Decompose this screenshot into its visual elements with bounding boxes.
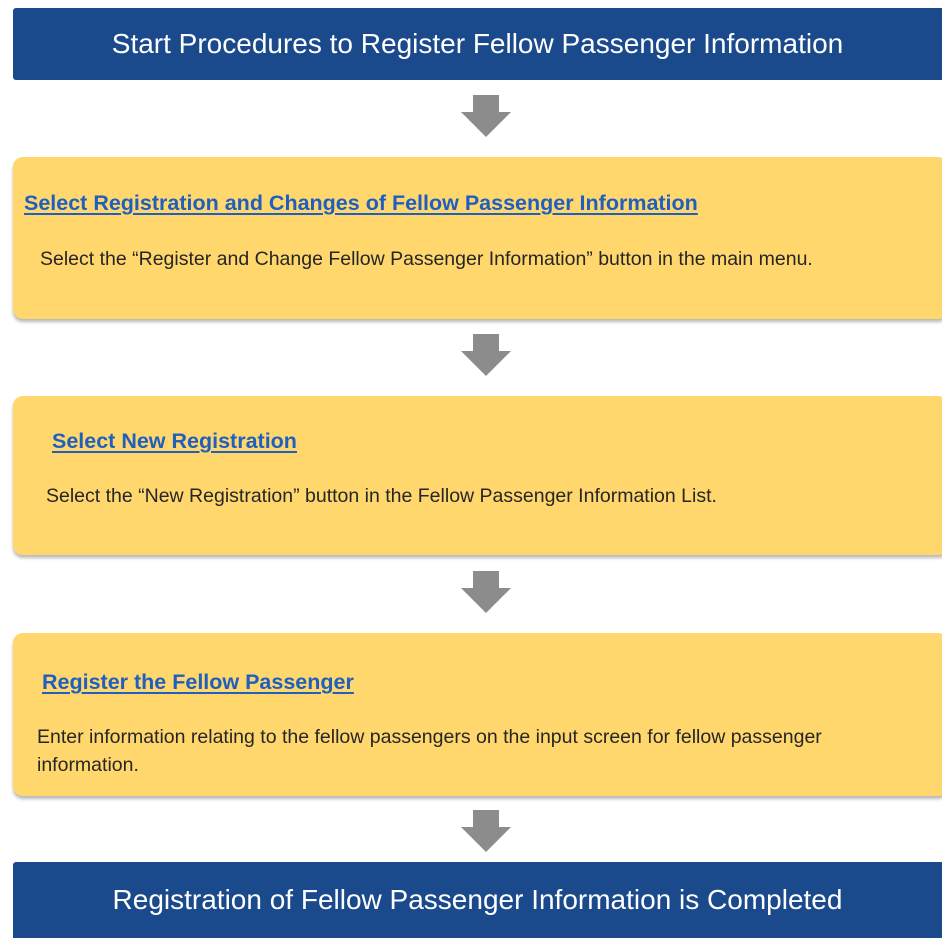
step-description: Select the “Register and Change Fellow P… [40,248,813,270]
step-title-link[interactable]: Select New Registration [52,429,297,454]
down-arrow-icon [461,95,511,137]
step-select-new-registration: Select New Registration Select the “New … [13,396,942,555]
completed-banner: Registration of Fellow Passenger Informa… [13,862,942,938]
completed-banner-text: Registration of Fellow Passenger Informa… [112,884,843,915]
start-banner: Start Procedures to Register Fellow Pass… [13,8,942,80]
down-arrow-icon [461,810,511,852]
step-register-fellow-passenger: Register the Fellow Passenger Enter info… [13,633,942,796]
start-banner-text: Start Procedures to Register Fellow Pass… [111,28,844,59]
step-title-link[interactable]: Select Registration and Changes of Fello… [24,191,698,216]
down-arrow-icon [461,571,511,613]
down-arrow-icon [461,334,511,376]
step-description: Enter information relating to the fellow… [37,726,822,776]
step-title-link[interactable]: Register the Fellow Passenger [42,670,354,695]
step-select-registration-changes: Select Registration and Changes of Fello… [13,157,942,319]
step-description: Select the “New Registration” button in … [46,485,717,507]
